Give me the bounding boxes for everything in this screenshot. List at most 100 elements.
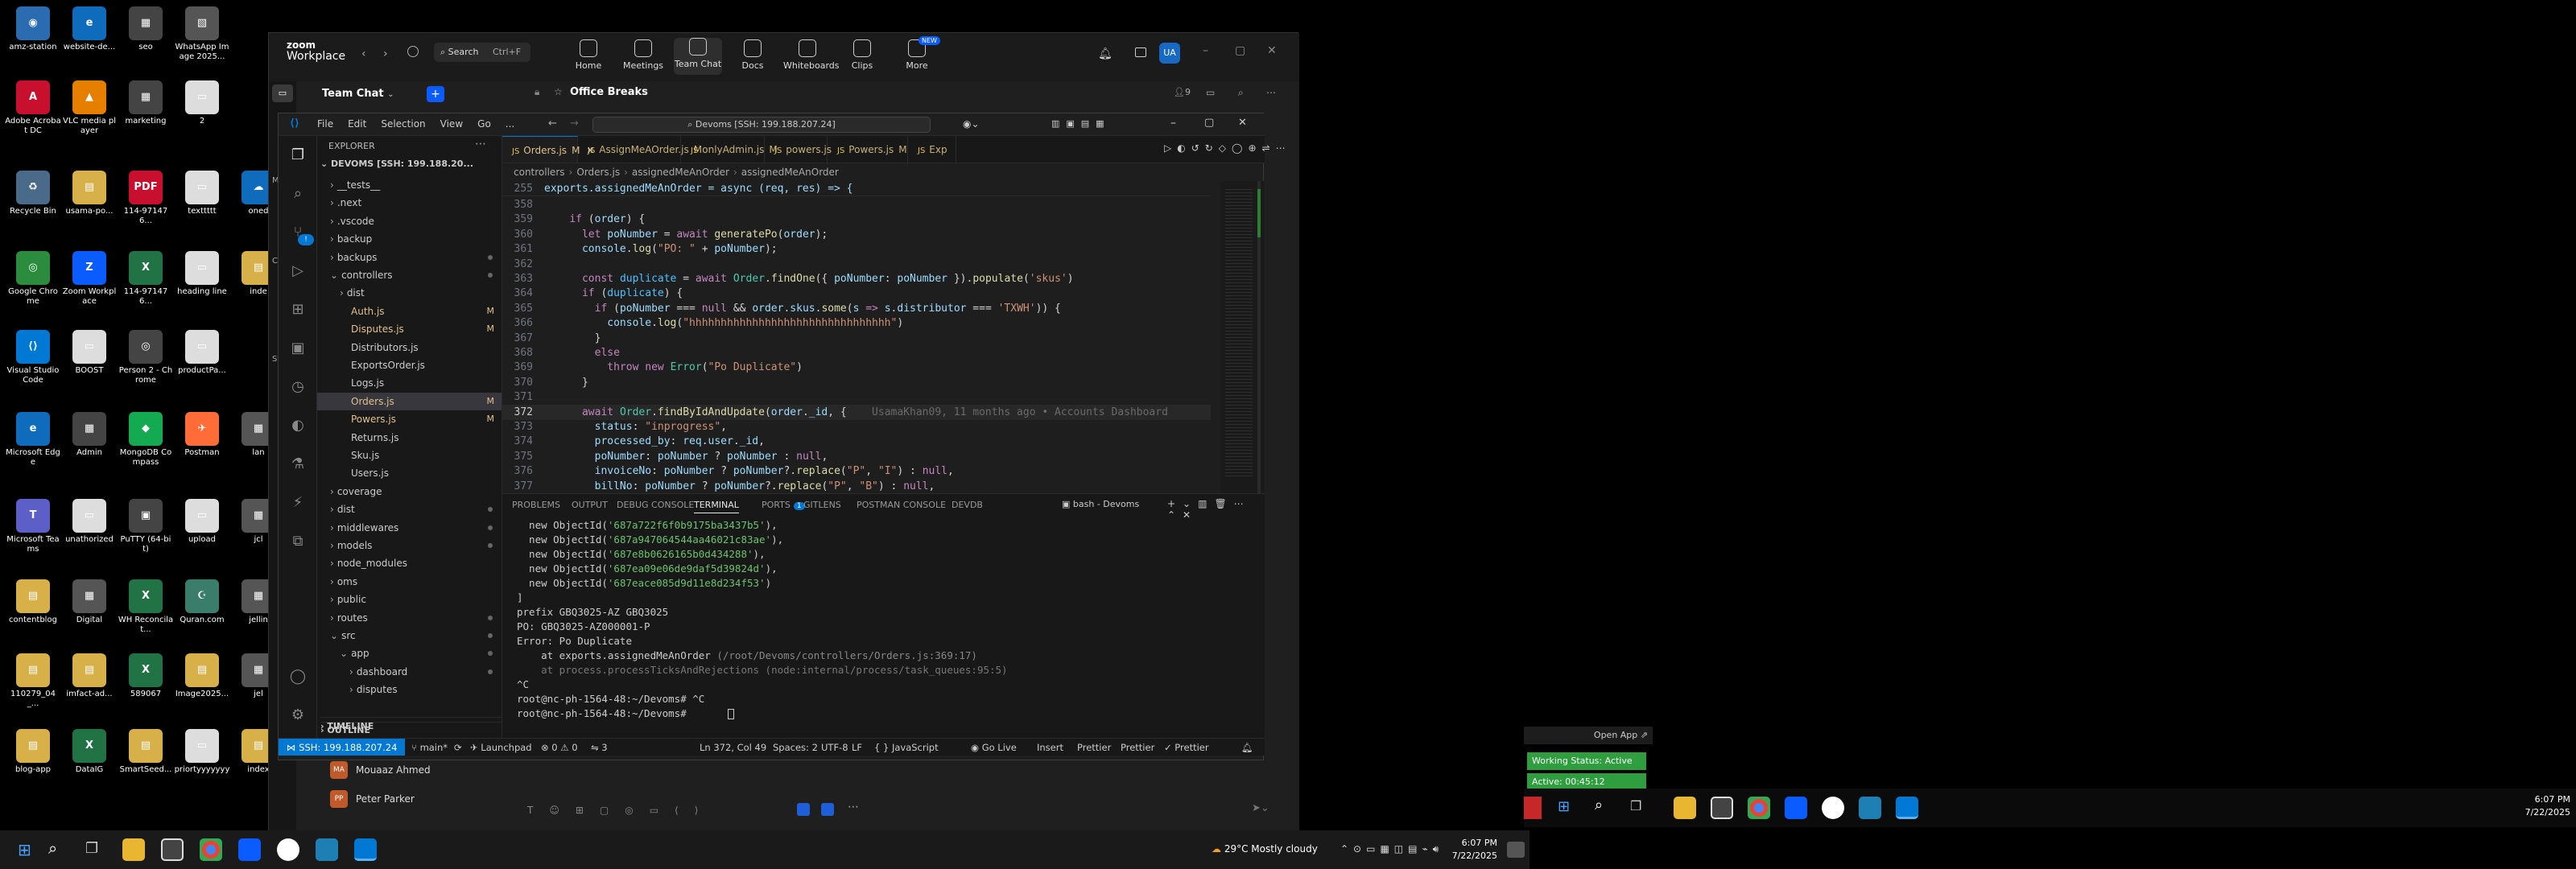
account-icon[interactable]: ◯ <box>288 667 308 686</box>
folder-item[interactable]: › disputes <box>317 681 502 698</box>
sync-icon[interactable]: ⟳ <box>454 739 462 756</box>
folder-item[interactable]: › public <box>317 591 502 608</box>
zoom-nav-whiteboards[interactable]: Whiteboards <box>783 39 839 71</box>
editor-tab[interactable]: JS Orders.js M ✕ <box>502 136 594 163</box>
folder-item[interactable]: › .next <box>317 194 502 212</box>
desktop-icon[interactable]: Z Zoom Workplace <box>61 251 118 307</box>
nav-forward-icon[interactable]: → <box>570 117 579 130</box>
more-icon[interactable]: ⋯ <box>848 801 859 813</box>
desktop-icon[interactable]: ▭ priortyyyyyyy <box>174 729 230 775</box>
chrome-icon[interactable] <box>1748 797 1770 819</box>
file-item[interactable]: Powers.js M <box>317 410 502 428</box>
terminal-selector[interactable]: ▣ bash - Devoms <box>1062 499 1139 509</box>
code-line[interactable]: 367 } <box>502 331 1211 346</box>
zoom-nav-meetings[interactable]: Meetings <box>619 39 667 71</box>
desktop-icon[interactable]: ▲ VLC media player <box>61 80 118 136</box>
desktop-icon[interactable]: A Adobe Acrobat DC <box>5 80 61 136</box>
breadcrumb-item[interactable]: assignedMeAnOrder <box>632 167 729 178</box>
file-item[interactable]: Disputes.js M <box>317 320 502 338</box>
remote-indicator[interactable]: ⋈ SSH: 199.188.207.24 <box>279 739 406 756</box>
zoom-nav-more[interactable]: More NEW <box>893 36 941 71</box>
folder-item[interactable]: ⌄ src <box>317 627 502 645</box>
editor-tab[interactable]: JS powers.js <box>765 136 832 163</box>
folder-item[interactable]: › node_modules <box>317 554 502 572</box>
desktop-icon[interactable]: ▭ BOOST <box>61 330 118 376</box>
file-item[interactable]: Orders.js M <box>317 392 502 410</box>
cursor-position[interactable]: Ln 372, Col 49 <box>700 739 766 756</box>
code-line[interactable]: 361 console.log("PO: " + poNumber); <box>502 241 1211 257</box>
desktop-icon[interactable]: ▭ heading line <box>174 251 230 297</box>
close-icon[interactable]: ✕ <box>1238 117 1247 129</box>
folder-item[interactable]: › oms <box>317 573 502 591</box>
star-icon[interactable]: ☆ <box>554 86 563 97</box>
minimize-icon[interactable]: – <box>1170 117 1176 130</box>
folder-item[interactable]: ⌄ controllers <box>317 266 502 284</box>
app-icon[interactable] <box>1822 797 1844 819</box>
breadcrumb-item[interactable]: assignedMeAnOrder <box>741 167 839 178</box>
folder-item[interactable]: ⌄ app <box>317 645 502 662</box>
branch-status[interactable]: ⑂ main* <box>411 739 448 756</box>
insert-mode[interactable]: Insert <box>1037 739 1063 756</box>
gear-icon[interactable]: ⚙ <box>288 706 308 725</box>
file-item[interactable]: Sku.js <box>317 447 502 464</box>
desktop-icon[interactable]: ♻ Recycle Bin <box>5 171 61 216</box>
desktop-icon[interactable]: ◎ Person 2 - Chrome <box>118 330 174 385</box>
file-item[interactable]: Returns.js <box>317 429 502 447</box>
code-line[interactable]: 375 poNumber: poNumber ? poNumber : null… <box>502 449 1211 464</box>
file-item[interactable]: Auth.js M <box>317 303 502 320</box>
launchpad-status[interactable]: ✈ Launchpad <box>470 739 532 756</box>
panel-tab-debug-console[interactable]: DEBUG CONSOLE <box>617 500 694 510</box>
menu-item-file[interactable]: File <box>317 118 333 130</box>
desktop-icon[interactable]: ⟨⟩ Visual Studio Code <box>5 330 61 385</box>
file-item[interactable]: Distributors.js <box>317 339 502 356</box>
extensions-icon[interactable]: ⊞ <box>288 300 308 319</box>
language-mode[interactable]: { } JavaScript <box>874 739 939 756</box>
maximize-icon[interactable]: ▢ <box>1235 44 1245 57</box>
copilot-icon[interactable]: ◉⌄ <box>963 118 980 130</box>
desktop-icon[interactable]: ▤ usama-po... <box>61 171 118 216</box>
breadcrumb-item[interactable]: Orders.js <box>576 167 620 178</box>
code-line[interactable]: 359 if (order) { <box>502 212 1211 227</box>
desktop-icon[interactable]: PDF 114-971476... <box>118 171 174 226</box>
panel-tab-devdb[interactable]: DEVDB <box>952 500 983 510</box>
zoom-icon[interactable] <box>238 838 261 861</box>
notification-center-icon[interactable] <box>1507 842 1525 858</box>
chrome-icon[interactable] <box>200 838 222 861</box>
code-line[interactable]: 376 invoiceNo: poNumber ? poNumber?.repl… <box>502 463 1211 479</box>
composer-toolbar[interactable]: T☺⊞▢◎▭⟨⟩ <box>527 805 714 816</box>
timeline-icon[interactable]: ◷ <box>288 377 308 397</box>
desktop-icon[interactable]: ☪ Quran.com <box>174 579 230 625</box>
desktop-icon[interactable]: X 114-971476... <box>118 251 174 307</box>
contact-item[interactable]: PP Peter Parker <box>330 789 415 809</box>
contact-item[interactable]: MA Mouaaz Ahmed <box>330 760 431 780</box>
zoom-nav-docs[interactable]: Docs <box>729 39 777 71</box>
nav-back-icon[interactable]: ← <box>548 117 557 130</box>
search-icon[interactable]: ⌕ <box>48 838 57 858</box>
zoom-icon[interactable] <box>1785 797 1807 819</box>
menu-item-selection[interactable]: Selection <box>381 118 425 130</box>
code-line[interactable]: 365 if (poNumber === null && order.skus.… <box>502 301 1211 316</box>
zoom-search[interactable]: ⌕ Search Ctrl+F <box>434 43 530 62</box>
task-view-icon[interactable]: ❐ <box>85 840 98 857</box>
edge-icon[interactable] <box>316 838 338 861</box>
desktop-icon[interactable]: ▭ texttttt <box>174 171 230 216</box>
code-line[interactable]: 377 billNo: poNumber ? poNumber?.replace… <box>502 479 1211 493</box>
code-line[interactable]: 363 const duplicate = await Order.findOn… <box>502 271 1211 286</box>
code-line[interactable]: 374 processed_by: req.user._id, <box>502 434 1211 449</box>
send-icon[interactable]: ➤⌄ <box>1252 802 1269 814</box>
desktop-icon[interactable]: ▦ marketing <box>118 80 174 126</box>
file-item[interactable]: ExportsOrder.js <box>317 356 502 374</box>
desktop-icon[interactable]: ▤ blog-app <box>5 729 61 775</box>
prettier-status-3[interactable]: ✓ Prettier <box>1164 739 1209 756</box>
folder-item[interactable]: › .vscode <box>317 212 502 230</box>
desktop-icon[interactable]: ▭ 2 <box>174 80 230 126</box>
desktop-icon[interactable]: ▭ upload <box>174 499 230 545</box>
desktop-icon[interactable]: ▭ productPa... <box>174 330 230 376</box>
notifications-icon[interactable]: 🔔︎ <box>1241 739 1253 756</box>
desktop-icon[interactable]: ▦ Digital <box>61 579 118 625</box>
panel-tab-problems[interactable]: PROBLEMS <box>512 500 560 510</box>
avatar[interactable]: UA <box>1159 43 1180 64</box>
video-icon[interactable]: ▭ <box>1206 87 1215 98</box>
folder-item[interactable]: › dist <box>317 500 502 518</box>
terminal-actions[interactable]: +⌄▥🗑︎⋯⌃✕ <box>1167 498 1265 521</box>
